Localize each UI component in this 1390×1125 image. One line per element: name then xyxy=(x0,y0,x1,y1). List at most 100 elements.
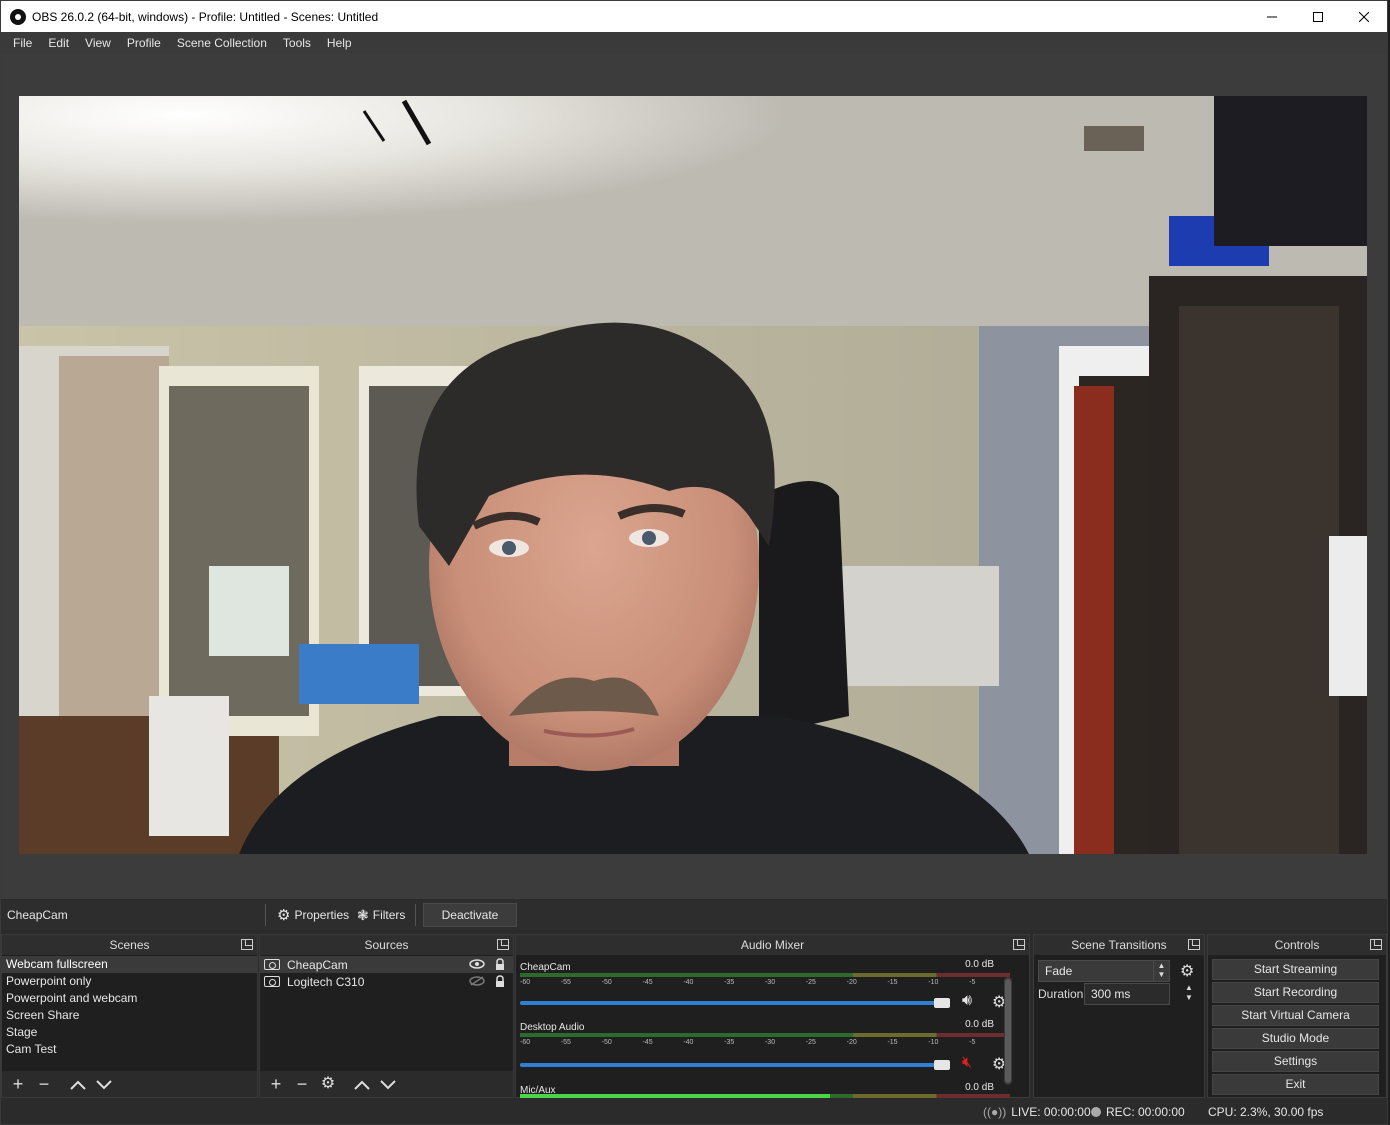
tick-label: -30 xyxy=(764,979,776,986)
menu-bar: File Edit View Profile Scene Collection … xyxy=(1,32,1387,54)
sources-footer: + − ⚙ xyxy=(260,1071,513,1097)
start-streaming-button[interactable]: Start Streaming xyxy=(1212,959,1379,980)
tick-label: -10 xyxy=(928,979,939,986)
scene-item[interactable]: Stage xyxy=(2,1024,257,1041)
tick-label: -15 xyxy=(887,1039,898,1046)
menu-view[interactable]: View xyxy=(77,32,119,54)
title-bar: OBS 26.0.2 (64-bit, windows) - Profile: … xyxy=(1,1,1387,32)
maximize-button[interactable] xyxy=(1295,1,1341,32)
tick-label: -40 xyxy=(683,979,694,986)
tick-label: -55 xyxy=(560,979,571,986)
source-properties-icon[interactable]: ⚙ xyxy=(318,1074,338,1094)
window-title: OBS 26.0.2 (64-bit, windows) - Profile: … xyxy=(32,9,379,24)
add-scene-icon[interactable]: + xyxy=(8,1074,28,1094)
slider-handle[interactable] xyxy=(934,998,950,1008)
undock-icon[interactable] xyxy=(241,939,253,950)
duration-spinner[interactable]: ▲ ▼ xyxy=(1182,983,1196,1005)
lock-icon[interactable] xyxy=(495,975,504,987)
source-list: CheapCam Logitech C310 xyxy=(260,955,513,990)
menu-scene-collection[interactable]: Scene Collection xyxy=(169,32,275,54)
tick-label: -10 xyxy=(928,1039,939,1046)
undock-icon[interactable] xyxy=(1370,939,1382,950)
duration-input[interactable]: 300 ms xyxy=(1084,983,1170,1005)
move-down-icon[interactable] xyxy=(94,1074,114,1094)
source-item[interactable]: CheapCam xyxy=(260,956,513,973)
menu-file[interactable]: File xyxy=(5,32,40,54)
scene-item[interactable]: Powerpoint and webcam xyxy=(2,990,257,1007)
current-source-name: CheapCam xyxy=(7,908,68,922)
scene-item[interactable]: Webcam fullscreen xyxy=(2,956,257,973)
controls-title: Controls xyxy=(1274,938,1320,952)
record-dot-icon xyxy=(1091,1107,1101,1117)
cpu-status: CPU: 2.3%, 30.00 fps xyxy=(1208,1105,1323,1119)
eye-hidden-icon[interactable] xyxy=(469,976,485,989)
filters-button[interactable]: ❃ Filters xyxy=(351,903,411,927)
muted-speaker-icon[interactable]: 🔇︎ xyxy=(962,1054,972,1072)
properties-button[interactable]: ⚙ Properties xyxy=(271,903,355,927)
mixer-channel: CheapCam 0.0 dB -60 -55 -50 -45 -40 -35 … xyxy=(520,959,1012,1017)
select-spinner[interactable]: ▲ ▼ xyxy=(1153,961,1169,981)
audio-mixer-title: Audio Mixer xyxy=(740,938,805,952)
tick-label: -45 xyxy=(642,979,653,986)
tick-label: -55 xyxy=(560,1039,571,1046)
mixer-scrollbar[interactable] xyxy=(1004,977,1012,1085)
source-label: Logitech C310 xyxy=(287,974,365,989)
tick-label: -30 xyxy=(764,1039,776,1046)
tick-label: -60 xyxy=(520,1039,531,1046)
tick-label: -20 xyxy=(846,979,857,986)
minimize-button[interactable] xyxy=(1249,1,1295,32)
volume-meter xyxy=(520,1033,1010,1037)
source-item[interactable]: Logitech C310 xyxy=(260,973,513,990)
settings-button[interactable]: Settings xyxy=(1212,1051,1379,1072)
studio-mode-button[interactable]: Studio Mode xyxy=(1212,1028,1379,1049)
live-time: LIVE: 00:00:00 xyxy=(1011,1105,1091,1119)
toolbar-divider xyxy=(415,904,416,926)
tick-label: -60 xyxy=(520,979,531,986)
controls-dock: Controls Start Streaming Start Recording… xyxy=(1207,934,1387,1098)
mixer-channel: Mic/Aux 0.0 dB xyxy=(520,1082,1012,1098)
webcam-preview[interactable] xyxy=(19,96,1367,854)
scene-item[interactable]: Screen Share xyxy=(2,1007,257,1024)
move-up-icon[interactable] xyxy=(68,1074,88,1094)
rec-status: REC: 00:00:00 xyxy=(1091,1105,1185,1119)
menu-profile[interactable]: Profile xyxy=(119,32,169,54)
transition-select[interactable]: Fade ▲ ▼ xyxy=(1038,960,1170,982)
gear-icon[interactable]: ⚙ xyxy=(1180,961,1194,981)
move-up-icon[interactable] xyxy=(352,1074,372,1094)
remove-scene-icon[interactable]: − xyxy=(34,1074,54,1094)
move-down-icon[interactable] xyxy=(378,1074,398,1094)
sources-dock: Sources CheapCam Logitech C310 + − ⚙ xyxy=(259,934,514,1098)
volume-slider[interactable] xyxy=(520,998,950,1008)
start-recording-button[interactable]: Start Recording xyxy=(1212,982,1379,1003)
scene-item[interactable]: Cam Test xyxy=(2,1041,257,1058)
deactivate-button[interactable]: Deactivate xyxy=(423,903,517,927)
scene-item[interactable]: Powerpoint only xyxy=(2,973,257,990)
undock-icon[interactable] xyxy=(1013,939,1025,950)
channel-db: 0.0 dB xyxy=(965,1019,994,1030)
undock-icon[interactable] xyxy=(1188,939,1200,950)
eye-icon[interactable] xyxy=(469,959,485,972)
duration-value: 300 ms xyxy=(1091,987,1131,1001)
speaker-icon[interactable]: 🔊︎ xyxy=(962,992,972,1010)
exit-button[interactable]: Exit xyxy=(1212,1074,1379,1095)
add-source-icon[interactable]: + xyxy=(266,1074,286,1094)
close-button[interactable] xyxy=(1341,1,1387,32)
menu-help[interactable]: Help xyxy=(319,32,360,54)
minimize-icon xyxy=(1267,16,1277,17)
meter-ticks: -60 -55 -50 -45 -40 -35 -30 -25 -20 -15 … xyxy=(520,1039,1010,1046)
start-virtual-camera-button[interactable]: Start Virtual Camera xyxy=(1212,1005,1379,1026)
volume-slider[interactable] xyxy=(520,1060,950,1070)
slider-handle[interactable] xyxy=(934,1060,950,1070)
menu-edit[interactable]: Edit xyxy=(40,32,77,54)
window-controls xyxy=(1249,1,1387,32)
menu-tools[interactable]: Tools xyxy=(275,32,319,54)
lock-icon[interactable] xyxy=(495,958,504,970)
duration-label: Duration xyxy=(1038,987,1084,1001)
tick-label: -35 xyxy=(724,1039,735,1046)
camera-icon xyxy=(264,959,280,970)
remove-source-icon[interactable]: − xyxy=(292,1074,312,1094)
transitions-header: Scene Transitions xyxy=(1034,935,1204,955)
undock-icon[interactable] xyxy=(497,939,509,950)
tick-label: -45 xyxy=(642,1039,653,1046)
tick-label: -15 xyxy=(887,979,898,986)
